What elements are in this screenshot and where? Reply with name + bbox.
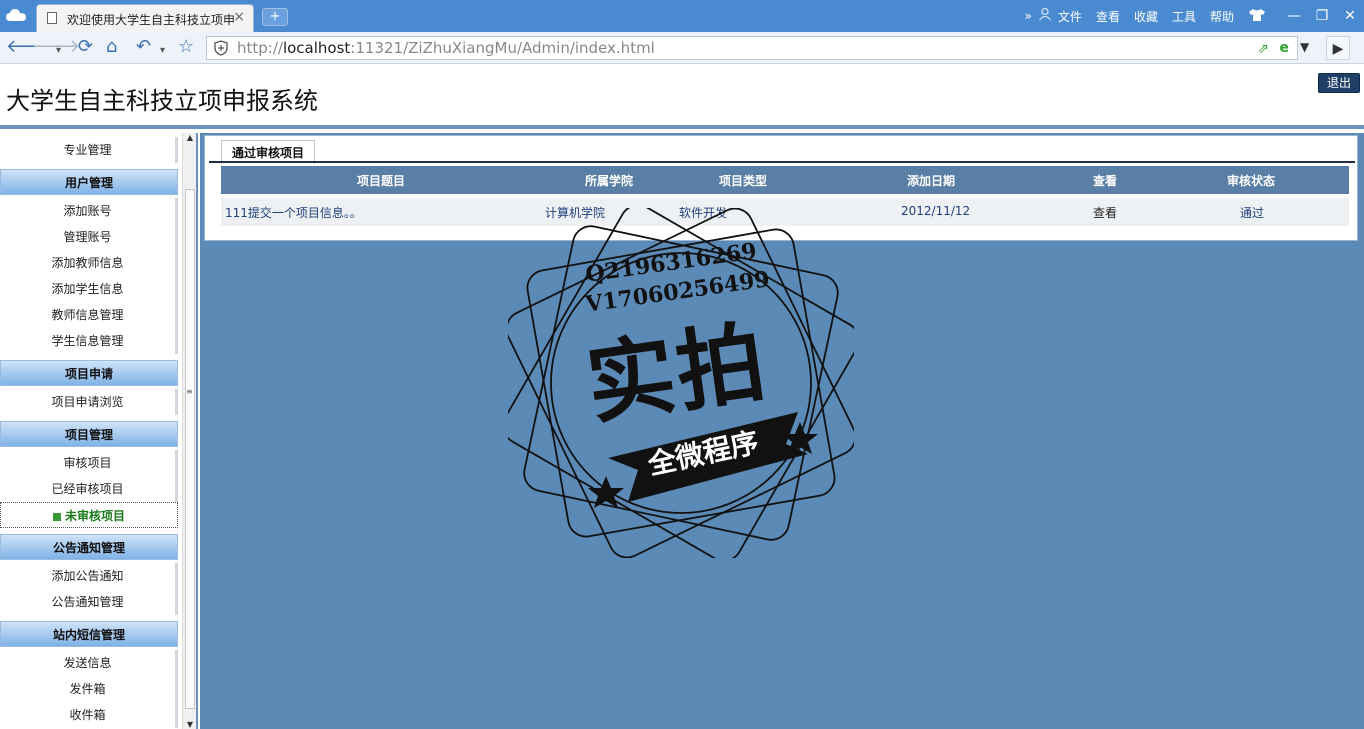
browser-menu: » 文件 查看 收藏 工具 帮助 — ❐ ✕ [1025, 0, 1364, 32]
menu-tools[interactable]: 工具 [1172, 8, 1196, 25]
refresh-icon[interactable]: ⟳ [78, 38, 93, 56]
column-header-college: 所属学院 [585, 174, 634, 188]
sidebar-item-label: 公告通知管理 [51, 595, 124, 609]
column-header-date: 添加日期 [907, 174, 956, 188]
ie-mode-icon[interactable]: e [1280, 40, 1290, 56]
undo-icon[interactable]: ↶ [136, 38, 151, 56]
address-bar[interactable]: http://localhost:11321/ZiZhuXiangMu/Admi… [206, 36, 1298, 60]
browser-logo-icon [6, 9, 26, 21]
menu-file[interactable]: 文件 [1058, 8, 1082, 25]
active-bullet-icon [52, 512, 61, 521]
sidebar-item-label: 添加学生信息 [51, 282, 124, 296]
sidebar-item-label: 添加教师信息 [51, 256, 124, 270]
sidebar-item-label: 已经审核项目 [51, 482, 124, 496]
security-shield-icon [213, 40, 229, 56]
skin-icon[interactable] [1248, 8, 1266, 25]
logout-button[interactable]: 退出 [1318, 73, 1360, 93]
sidebar-item-label: 项目申请浏览 [51, 395, 124, 409]
scroll-grip-icon: ≡ [186, 387, 193, 396]
sidebar-item[interactable]: 管理账号 [0, 224, 178, 250]
sidebar-item-label: 项目管理 [64, 428, 113, 442]
watermark-big-text: 实拍 [580, 309, 774, 437]
sidebar-item[interactable]: 学生信息管理 [0, 328, 178, 354]
view-link[interactable]: 查看 [1093, 204, 1117, 221]
close-window-button[interactable]: ✕ [1336, 8, 1364, 24]
sidebar-item[interactable]: 已经审核项目 [0, 476, 178, 502]
address-dropdown-icon[interactable]: ▼ [1300, 40, 1309, 54]
sidebar-item-label: 公告通知管理 [52, 541, 125, 555]
restore-button[interactable]: ❐ [1308, 8, 1336, 24]
column-header-status: 审核状态 [1227, 174, 1276, 188]
sidebar-scrollbar[interactable]: ▲ ≡ ▼ [182, 133, 196, 729]
sidebar-item[interactable]: 添加公告通知 [0, 563, 178, 589]
sidebar-item-label: 项目申请 [64, 367, 113, 381]
more-chevron-icon[interactable]: » [1025, 9, 1032, 23]
tab-divider [209, 161, 1355, 163]
column-header-view: 查看 [1093, 174, 1118, 188]
sidebar-item-label: 站内短信管理 [52, 628, 125, 642]
undo-dropdown-icon[interactable]: ▾ [160, 42, 165, 60]
user-icon[interactable] [1038, 7, 1052, 25]
sidebar-group-header[interactable]: 公告通知管理 [0, 534, 178, 560]
sidebar-item-label: 学生信息管理 [51, 334, 124, 348]
menu-favorites[interactable]: 收藏 [1134, 8, 1158, 25]
sidebar-item-label: 审核项目 [63, 456, 112, 470]
sidebar-item-label: 发送信息 [63, 656, 112, 670]
sidebar-item[interactable]: 项目申请浏览 [0, 389, 178, 415]
forward-dropdown-icon[interactable]: ▾ [56, 42, 61, 60]
minimize-button[interactable]: — [1280, 8, 1308, 24]
sidebar-item[interactable]: 添加账号 [0, 198, 178, 224]
sidebar-item-label: 管理账号 [63, 230, 112, 244]
sidebar-item[interactable]: 添加教师信息 [0, 250, 178, 276]
sidebar-item[interactable]: 审核项目 [0, 450, 178, 476]
scroll-up-icon[interactable]: ▲ [185, 133, 195, 142]
sidebar-item[interactable]: 收件箱 [0, 702, 178, 728]
browser-tab[interactable]: 欢迎使用大学生自主科技立项申 × [36, 4, 254, 32]
scroll-thumb[interactable] [185, 189, 195, 709]
table-header: 项目题目 所属学院 项目类型 添加日期 查看 审核状态 [221, 166, 1349, 194]
sidebar-item-label: 添加公告通知 [51, 569, 124, 583]
favorite-star-icon[interactable]: ☆ [178, 38, 194, 56]
sidebar-item-active[interactable]: 未审核项目 [0, 502, 178, 528]
browser-tabstrip: 欢迎使用大学生自主科技立项申 × + » 文件 查看 收藏 工具 帮助 — ❐ … [0, 0, 1364, 32]
sidebar-item[interactable]: 发送信息 [0, 650, 178, 676]
sidebar-item[interactable]: 教师信息管理 [0, 302, 178, 328]
sidebar-item-label: 发件箱 [69, 682, 106, 696]
cell-date: 2012/11/12 [901, 204, 971, 218]
sidebar-item[interactable]: 公告通知管理 [0, 589, 178, 615]
page-title: 大学生自主科技立项申报系统 [6, 87, 318, 115]
address-url[interactable]: http://localhost:11321/ZiZhuXiangMu/Admi… [237, 39, 655, 57]
sidebar-group-header[interactable]: 项目申请 [0, 360, 178, 386]
cell-title[interactable]: 111提交一个项目信息。。 [225, 204, 362, 221]
column-header-title: 项目题目 [357, 174, 406, 188]
new-tab-button[interactable]: + [262, 8, 288, 26]
sidebar-item-label: 未审核项目 [64, 509, 125, 523]
share-icon[interactable]: ⇗ [1257, 41, 1269, 57]
sidebar-item-label: 专业管理 [63, 143, 112, 157]
scroll-down-icon[interactable]: ▼ [185, 720, 195, 729]
sidebar-item-label: 收件箱 [69, 708, 106, 722]
tab-title: 欢迎使用大学生自主科技立项申 [67, 13, 235, 27]
watermark-stamp: Q2196316269 V17060256499 实拍 全微程序 [508, 208, 854, 558]
sidebar-item[interactable]: 专业管理 [0, 137, 178, 163]
go-icon[interactable]: ▶ [1326, 36, 1350, 60]
browser-toolbar: 🡐 🡒 ▾ ⟳ ⌂ ↶ ▾ ☆ http://localhost:11321/Z… [0, 32, 1364, 64]
sidebar-item-label: 添加账号 [63, 204, 112, 218]
sidebar-group-header[interactable]: 项目管理 [0, 421, 178, 447]
sidebar: 专业管理用户管理添加账号管理账号添加教师信息 添加学生信息 教师信息管理 学生信息管理… [0, 133, 198, 729]
sidebar-group-header[interactable]: 站内短信管理 [0, 621, 178, 647]
menu-help[interactable]: 帮助 [1210, 8, 1234, 25]
home-icon[interactable]: ⌂ [106, 38, 117, 56]
sidebar-group-header[interactable]: 用户管理 [0, 169, 178, 195]
page-icon [47, 12, 57, 24]
cell-status: 通过 [1240, 206, 1265, 220]
menu-view[interactable]: 查看 [1096, 8, 1120, 25]
page-header: 大学生自主科技立项申报系统 退出 [0, 65, 1364, 129]
sidebar-item[interactable]: 发件箱 [0, 676, 178, 702]
tab-close-icon[interactable]: × [233, 9, 245, 25]
sidebar-item-label: 用户管理 [64, 176, 113, 190]
sidebar-item-label: 教师信息管理 [51, 308, 124, 322]
column-header-type: 项目类型 [719, 174, 768, 188]
sidebar-item[interactable]: 添加学生信息 [0, 276, 178, 302]
